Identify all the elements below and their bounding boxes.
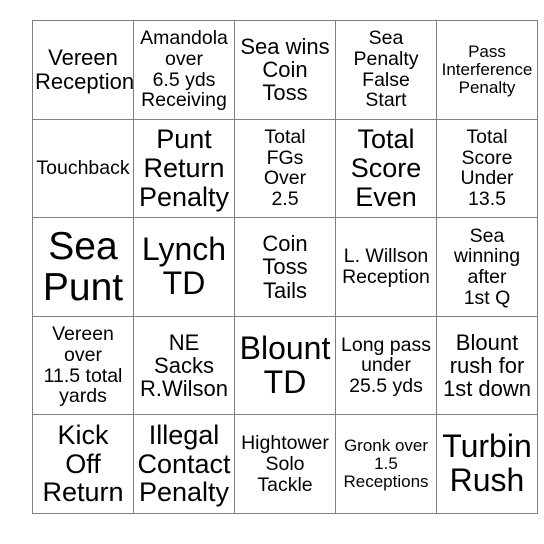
bingo-cell-r1c0[interactable]: Touchback — [32, 118, 134, 219]
bingo-cell-text: Amandola over 6.5 yds Receiving — [140, 27, 228, 112]
bingo-cell-r4c0[interactable]: Kick Off Return — [32, 414, 134, 514]
bingo-cell-r1c4[interactable]: Total Score Under 13.5 — [436, 118, 538, 219]
bingo-cell-r0c0[interactable]: Vereen Reception — [32, 20, 134, 120]
bingo-cell-text: Kick Off Return — [42, 420, 124, 508]
bingo-cell-r2c4[interactable]: Sea winning after 1st Q — [436, 217, 538, 317]
bingo-cell-text: Illegal Contact Penalty — [137, 420, 231, 508]
bingo-cell-text: L. Willson Reception — [342, 245, 430, 288]
bingo-cell-r0c1[interactable]: Amandola over 6.5 yds Receiving — [133, 20, 235, 120]
bingo-cell-r1c2[interactable]: Total FGs Over 2.5 — [234, 118, 336, 219]
bingo-cell-r2c2[interactable]: Coin Toss Tails — [234, 217, 336, 317]
bingo-cell-text: Pass Interference Penalty — [441, 41, 533, 97]
bingo-cell-text: Long pass under 25.5 yds — [341, 333, 431, 397]
bingo-cell-text: Blount rush for 1st down — [442, 329, 532, 402]
bingo-cell-r0c3[interactable]: Sea Penalty False Start — [335, 20, 437, 120]
bingo-cell-r3c3[interactable]: Long pass under 25.5 yds — [335, 315, 437, 416]
bingo-cell-r2c0[interactable]: Sea Punt — [32, 217, 134, 317]
bingo-cell-text: Total Score Even — [350, 124, 422, 212]
bingo-cell-r4c4[interactable]: Turbin Rush — [436, 414, 538, 514]
bingo-cell-r3c2[interactable]: Blount TD — [234, 315, 336, 416]
bingo-cell-text: Punt Return Penalty — [138, 124, 230, 212]
bingo-row: Sea Punt Lynch TD Coin Toss Tails L. Wil… — [32, 217, 538, 317]
bingo-row: Vereen Reception Amandola over 6.5 yds R… — [32, 20, 538, 120]
bingo-cell-text: Touchback — [36, 157, 130, 180]
bingo-cell-text: Total Score Under 13.5 — [460, 126, 514, 211]
bingo-cell-text: Sea Punt — [42, 224, 124, 309]
bingo-cell-text: Gronk over 1.5 Receptions — [343, 436, 429, 492]
bingo-row: Touchback Punt Return Penalty Total FGs … — [32, 118, 538, 219]
bingo-cell-text: NE Sacks R.Wilson — [139, 329, 228, 402]
bingo-cell-text: Sea wins Coin Toss — [240, 33, 330, 106]
bingo-cell-r4c3[interactable]: Gronk over 1.5 Receptions — [335, 414, 437, 514]
bingo-cell-r4c2[interactable]: Hightower Solo Tackle — [234, 414, 336, 514]
bingo-card-body: Vereen Reception Amandola over 6.5 yds R… — [32, 20, 538, 514]
bingo-cell-r0c4[interactable]: Pass Interference Penalty — [436, 20, 538, 120]
bingo-cell-text: Total FGs Over 2.5 — [263, 126, 307, 211]
bingo-cell-text: Vereen over 11.5 total yards — [43, 323, 123, 408]
bingo-cell-r2c3[interactable]: L. Willson Reception — [335, 217, 437, 317]
bingo-cell-text: Lynch TD — [141, 231, 227, 301]
bingo-cell-r4c1[interactable]: Illegal Contact Penalty — [133, 414, 235, 514]
bingo-cell-text: Coin Toss Tails — [262, 231, 308, 303]
bingo-cell-text: Sea Penalty False Start — [353, 27, 419, 112]
bingo-cell-r3c0[interactable]: Vereen over 11.5 total yards — [32, 315, 134, 416]
bingo-cell-r3c4[interactable]: Blount rush for 1st down — [436, 315, 538, 416]
bingo-cell-text: Hightower Solo Tackle — [241, 432, 329, 496]
bingo-row: Vereen over 11.5 total yards NE Sacks R.… — [32, 315, 538, 416]
bingo-cell-r1c3[interactable]: Total Score Even — [335, 118, 437, 219]
bingo-cell-r2c1[interactable]: Lynch TD — [133, 217, 235, 317]
bingo-cell-text: Blount TD — [239, 329, 331, 400]
bingo-card: Vereen Reception Amandola over 6.5 yds R… — [32, 20, 538, 514]
bingo-cell-r0c2[interactable]: Sea wins Coin Toss — [234, 20, 336, 120]
bingo-cell-r1c1[interactable]: Punt Return Penalty — [133, 118, 235, 219]
bingo-cell-text: Turbin Rush — [442, 428, 532, 499]
bingo-cell-r3c1[interactable]: NE Sacks R.Wilson — [133, 315, 235, 416]
bingo-row: Kick Off Return Illegal Contact Penalty … — [32, 414, 538, 514]
bingo-cell-text: Sea winning after 1st Q — [453, 224, 521, 309]
bingo-cell-text: Vereen Reception — [35, 45, 134, 94]
